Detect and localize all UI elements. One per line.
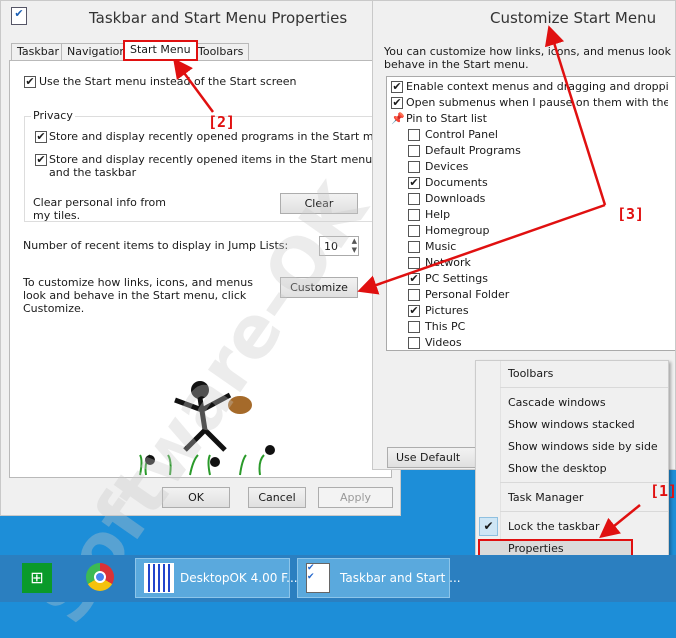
arrow-2: [173, 57, 215, 113]
desktopok-icon: [144, 563, 174, 593]
annotation-3: [3]: [617, 205, 645, 223]
tab-start-menu[interactable]: Start Menu: [123, 40, 198, 61]
taskbar-properties[interactable]: ✔ ✔ Taskbar and Start ...: [297, 558, 461, 598]
chrome-icon[interactable]: [86, 563, 114, 591]
annotation-arrows: [173, 25, 641, 539]
taskbar-desktopok[interactable]: DesktopOK 4.00 F...: [135, 558, 298, 598]
arrow-3b: [357, 203, 606, 295]
desktopok-label: DesktopOK 4.00 F...: [180, 571, 298, 585]
store-icon[interactable]: ⊞: [22, 563, 52, 593]
taskbar-properties-label: Taskbar and Start ...: [340, 571, 461, 585]
annotation-2: [2]: [208, 113, 236, 131]
arrow-3a: [544, 25, 607, 206]
arrow-1: [599, 504, 641, 539]
taskbar-properties-icon: ✔ ✔: [306, 563, 330, 593]
annotation-1: [1]: [650, 482, 676, 500]
